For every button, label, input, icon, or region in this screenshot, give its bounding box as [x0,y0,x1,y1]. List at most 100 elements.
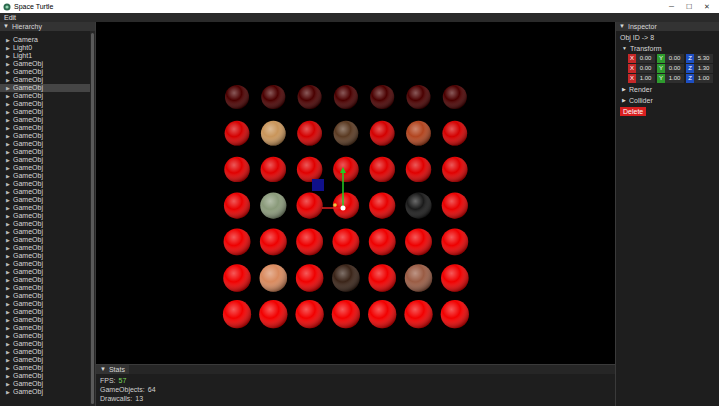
hierarchy-item[interactable]: ▶GameObj [0,132,90,140]
sphere[interactable] [442,157,467,182]
sphere[interactable] [405,264,433,292]
sphere[interactable] [441,300,469,328]
scene-view[interactable] [96,22,615,364]
sphere[interactable] [332,264,360,292]
hierarchy-item[interactable]: ▶GameObj [0,228,90,236]
hierarchy-item[interactable]: ▶Light1 [0,52,90,60]
sphere[interactable] [334,121,359,146]
sphere[interactable] [441,228,468,255]
sphere[interactable] [404,300,432,328]
hierarchy-item[interactable]: ▶GameObj [0,124,90,132]
hierarchy-item[interactable]: ▶GameObj [0,388,90,396]
hierarchy-item[interactable]: ▶GameObj [0,324,90,332]
hierarchy-item[interactable]: ▶GameObj [0,140,90,148]
sphere[interactable] [261,157,286,182]
sphere[interactable] [407,85,431,109]
sphere[interactable] [297,121,322,146]
vector-field[interactable]: Y0.00 [657,64,684,73]
sphere[interactable] [298,85,322,109]
sphere[interactable] [297,157,322,182]
sphere[interactable] [368,300,396,328]
hierarchy-item[interactable]: ▶GameObj [0,348,90,356]
hierarchy-item[interactable]: ▶GameObj [0,316,90,324]
sphere[interactable] [442,121,467,146]
sphere[interactable] [225,85,249,109]
hierarchy-item[interactable]: ▶GameObj [0,260,90,268]
hierarchy-item[interactable]: ▶GameObj [0,188,90,196]
sphere[interactable] [260,228,287,255]
hierarchy-item[interactable]: ▶GameObj [0,236,90,244]
hierarchy-scrollbar[interactable] [90,31,95,406]
sphere[interactable] [259,300,287,328]
sphere[interactable] [370,121,395,146]
sphere[interactable] [223,264,251,292]
sphere[interactable] [406,157,431,182]
transform-gizmo-icon[interactable] [312,167,346,211]
viewport[interactable] [96,22,615,364]
sphere[interactable] [370,157,395,182]
hierarchy-item[interactable]: ▶GameObj [0,364,90,372]
hierarchy-item[interactable]: ▶Light0 [0,44,90,52]
hierarchy-item[interactable]: ▶GameObj [0,372,90,380]
hierarchy-item[interactable]: ▶GameObj [0,156,90,164]
hierarchy-item[interactable]: ▶GameObj [0,308,90,316]
hierarchy-item[interactable]: ▶GameObj [0,84,90,92]
hierarchy-item[interactable]: ▶GameObj [0,244,90,252]
vector-field[interactable]: X0.00 [628,64,655,73]
sphere[interactable] [405,193,431,219]
sphere[interactable] [442,193,468,219]
hierarchy-item[interactable]: ▶GameObj [0,204,90,212]
sphere[interactable] [369,228,396,255]
sphere[interactable] [260,193,286,219]
hierarchy-item[interactable]: ▶GameObj [0,76,90,84]
sphere[interactable] [405,228,432,255]
hierarchy-item[interactable]: ▶GameObj [0,380,90,388]
window-control[interactable]: ☐ [686,2,692,11]
hierarchy-item[interactable]: ▶GameObj [0,268,90,276]
vector-field[interactable]: Z5.30 [686,54,713,63]
sphere[interactable] [261,85,285,109]
section-header[interactable]: ▶Render [620,85,715,94]
window-control[interactable]: ─ [669,2,674,11]
delete-button[interactable]: Delete [620,107,646,116]
window-control[interactable]: ✕ [704,2,710,11]
hierarchy-item[interactable]: ▶GameObj [0,108,90,116]
sphere[interactable] [223,300,251,328]
sphere[interactable] [332,300,360,328]
hierarchy-item[interactable]: ▶GameObj [0,292,90,300]
sphere[interactable] [224,157,249,182]
sphere[interactable] [370,85,394,109]
hierarchy-item[interactable]: ▶GameObj [0,116,90,124]
sphere[interactable] [406,121,431,146]
hierarchy-item[interactable]: ▶GameObj [0,148,90,156]
section-header[interactable]: ▶Collider [620,96,715,105]
vector-field[interactable]: Z1.00 [686,74,713,83]
hierarchy-item[interactable]: ▶GameObj [0,332,90,340]
hierarchy-item[interactable]: ▶GameObj [0,60,90,68]
sphere[interactable] [297,193,323,219]
hierarchy-item[interactable]: ▶GameObj [0,180,90,188]
sphere[interactable] [296,264,324,292]
hierarchy-item[interactable]: ▶GameObj [0,340,90,348]
vector-field[interactable]: X1.00 [628,74,655,83]
sphere[interactable] [224,228,251,255]
sphere[interactable] [333,193,359,219]
hierarchy-item[interactable]: ▶GameObj [0,300,90,308]
sphere[interactable] [225,121,250,146]
hierarchy-item[interactable]: ▶GameObj [0,220,90,228]
hierarchy-item[interactable]: ▶Camera [0,36,90,44]
hierarchy-item[interactable]: ▶GameObj [0,252,90,260]
sphere[interactable] [261,121,286,146]
hierarchy-item[interactable]: ▶GameObj [0,92,90,100]
vector-field[interactable]: Y1.00 [657,74,684,83]
sphere[interactable] [369,193,395,219]
sphere[interactable] [441,264,469,292]
sphere[interactable] [443,85,467,109]
sphere[interactable] [333,228,360,255]
sphere[interactable] [368,264,396,292]
vector-field[interactable]: Z1.30 [686,64,713,73]
hierarchy-item[interactable]: ▶GameObj [0,164,90,172]
stats-tab[interactable]: ▼Stats [96,365,129,374]
sphere[interactable] [334,85,358,109]
hierarchy-item[interactable]: ▶GameObj [0,172,90,180]
